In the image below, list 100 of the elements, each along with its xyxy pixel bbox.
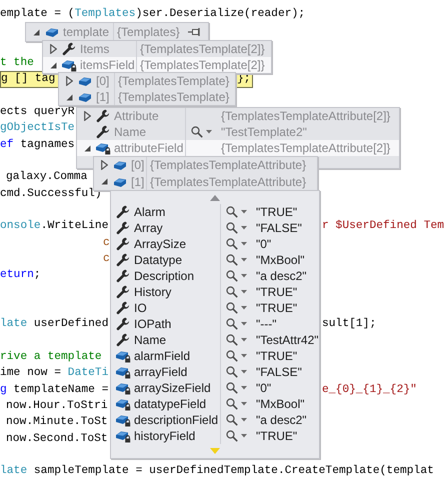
datatip-name: Name	[134, 332, 166, 349]
search-icon	[226, 238, 238, 250]
cube-lock-icon	[115, 397, 131, 411]
cube-lock-icon	[115, 381, 131, 395]
search-icon	[226, 222, 238, 234]
datatip-name: Description	[134, 268, 194, 285]
caret-icon	[241, 242, 247, 246]
caret-icon	[241, 258, 247, 262]
datatip-name: Name	[114, 124, 146, 141]
datatip-value: {TemplatesTemplateAttribute}	[150, 174, 306, 191]
datatip-value: "MxBool"	[256, 396, 305, 413]
visualizer-button[interactable]	[224, 349, 249, 363]
caret-icon	[206, 130, 212, 134]
visualizer-button[interactable]	[224, 285, 249, 299]
search-icon	[226, 270, 238, 282]
datatip-name: descriptionField	[134, 412, 218, 429]
datatip-value: "TRUE"	[256, 204, 298, 221]
expander-arrow[interactable]	[100, 178, 108, 186]
scroll-up-arrow[interactable]	[210, 194, 220, 200]
datatip-name: historyField	[134, 428, 196, 445]
code-text: now.Second.ToSt	[6, 432, 108, 447]
code-text: ime now = DateTi	[0, 366, 108, 382]
visualizer-button[interactable]	[224, 221, 249, 235]
visualizer-button[interactable]	[224, 253, 249, 267]
code-text: rive a template	[0, 350, 102, 365]
datatip-name: History	[134, 284, 172, 301]
datatip-name: arrayField	[134, 364, 188, 381]
visualizer-button[interactable]	[224, 333, 249, 347]
code-text: e_{0}_{1}_{2}"	[322, 382, 417, 398]
wrench-icon	[116, 221, 130, 235]
code-text: ef tagnames	[0, 138, 75, 153]
datatip-value: {Templates}	[117, 24, 180, 41]
expander-arrow[interactable]	[66, 94, 72, 100]
search-icon	[226, 254, 238, 266]
datatip-value: "a desc2"	[256, 412, 307, 429]
search-icon	[226, 302, 238, 314]
code-text: r $UserDefined Tem	[322, 218, 444, 234]
visualizer-button[interactable]	[224, 317, 249, 331]
datatip-name: itemsField	[80, 57, 135, 74]
datatip-name: Items	[80, 41, 110, 58]
code-text: g templateName =	[0, 382, 108, 398]
visualizer-button[interactable]	[224, 429, 249, 443]
visualizer-button[interactable]	[224, 397, 249, 411]
expander-arrow[interactable]	[84, 111, 90, 121]
cube-lock-icon	[95, 141, 111, 155]
code-text: now.Hour.ToStri	[6, 398, 108, 414]
datatip-value: "0"	[256, 380, 272, 397]
search-icon	[226, 206, 238, 218]
datatip-value: {TemplatesTemplate}	[118, 73, 230, 90]
visualizer-button[interactable]	[224, 205, 249, 219]
datatip-value: "FALSE"	[256, 364, 302, 381]
visualizer-button[interactable]	[224, 237, 249, 251]
search-icon	[226, 334, 238, 346]
wrench-icon	[116, 333, 130, 347]
pin-icon[interactable]	[188, 27, 202, 37]
wrench-icon	[96, 109, 110, 123]
search-icon	[226, 398, 238, 410]
visualizer-button[interactable]	[224, 269, 249, 283]
datatip-name: attributeField	[114, 140, 184, 157]
expander-arrow[interactable]	[32, 28, 40, 36]
datatip-value: {TemplatesTemplateAttribute[2]}	[221, 108, 390, 125]
datatip-name: arraySizeField	[134, 380, 211, 397]
search-icon	[191, 126, 203, 138]
datatip-value: "TestAttr42"	[256, 332, 319, 349]
visualizer-button[interactable]	[224, 381, 249, 395]
wrench-icon	[116, 205, 130, 219]
visualizer-button[interactable]	[224, 365, 249, 379]
datatip-name: template	[63, 24, 110, 41]
code-text: g [] tag	[1, 72, 56, 87]
datatip-value: "FALSE"	[256, 220, 302, 237]
visualizer-button[interactable]	[224, 301, 249, 315]
expander-arrow[interactable]	[100, 160, 108, 170]
expander-arrow[interactable]	[84, 144, 90, 152]
expander-arrow[interactable]	[50, 44, 56, 54]
search-icon	[226, 318, 238, 330]
wrench-icon	[116, 285, 130, 299]
cube-icon	[45, 26, 59, 38]
caret-icon	[241, 370, 247, 374]
visualizer-button[interactable]	[224, 413, 249, 427]
cube-lock-icon	[115, 429, 131, 443]
expander-arrow[interactable]	[66, 76, 72, 86]
datatip-value: "TRUE"	[256, 300, 298, 317]
caret-icon	[241, 402, 247, 406]
code-text: emplate = (Templates)ser.Deserialize(reader);	[0, 6, 306, 22]
code-text: c	[103, 236, 110, 251]
datatip-name: IO	[134, 300, 147, 317]
wrench-icon	[116, 269, 130, 283]
datatip-name: Attribute	[114, 108, 159, 125]
wrench-icon	[116, 301, 130, 315]
datatip-value: "TRUE"	[256, 428, 298, 445]
code-text: now.Minute.ToSt	[6, 414, 108, 430]
expander-arrow[interactable]	[50, 62, 56, 68]
code-text: galaxy.Comma	[6, 170, 88, 186]
code-text: sult[1];	[322, 316, 376, 332]
code-text: gObjectIsTe	[0, 120, 75, 136]
wrench-icon	[116, 317, 130, 331]
caret-icon	[241, 434, 247, 438]
search-icon	[226, 350, 238, 362]
visualizer-button[interactable]	[189, 125, 214, 139]
cube-lock-icon	[61, 58, 77, 72]
